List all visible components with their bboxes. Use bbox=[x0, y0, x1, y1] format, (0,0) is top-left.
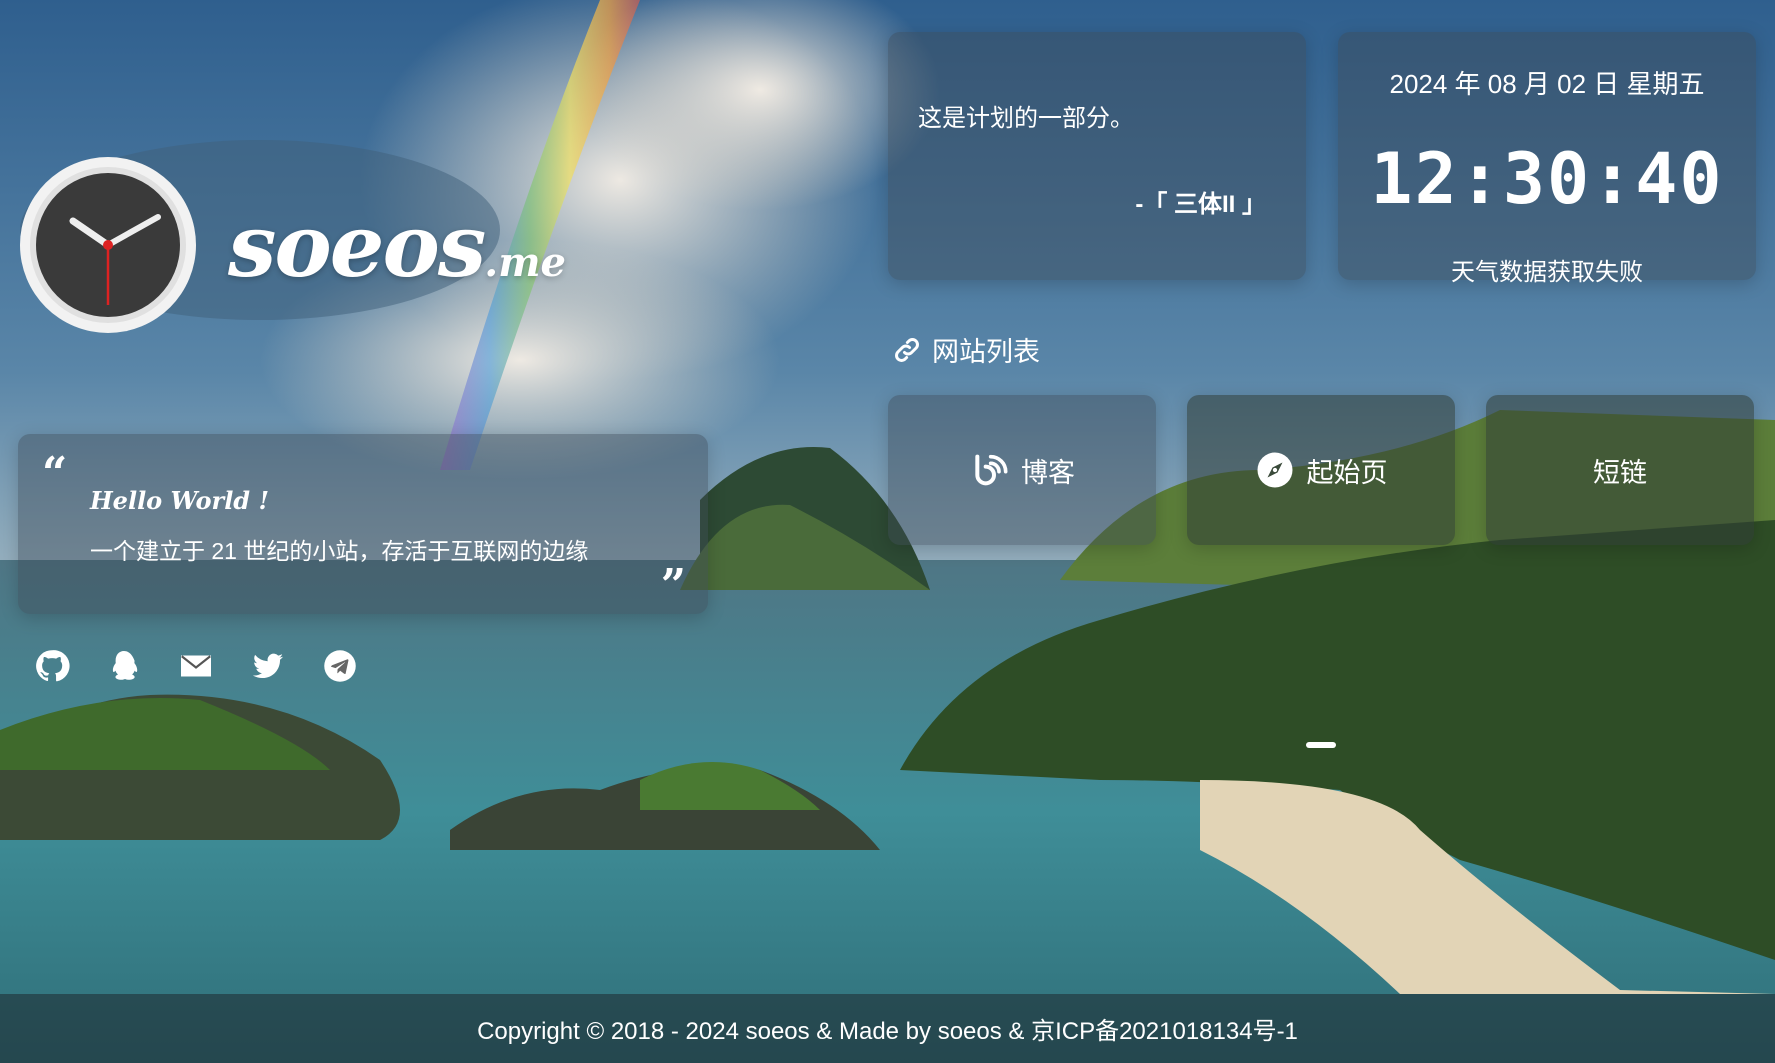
logo-name: soeos bbox=[228, 196, 486, 297]
digital-clock: 12:30:40 bbox=[1370, 138, 1724, 220]
quote-open-icon: “ bbox=[42, 448, 68, 499]
footer: Copyright © 2018 - 2024 soeos & Made by … bbox=[0, 994, 1775, 1063]
site-logo-text: soeos.me bbox=[228, 196, 566, 297]
date-text: 2024 年 08 月 02 日 星期五 bbox=[1389, 69, 1705, 99]
site-list-title: 网站列表 bbox=[932, 337, 1040, 367]
copyright-text: Copyright © 2018 - 2024 soeos & Made by … bbox=[477, 1018, 1298, 1045]
twitter-icon[interactable] bbox=[250, 648, 286, 684]
link-icon bbox=[895, 337, 919, 362]
hello-description: 一个建立于 21 世纪的小站，存活于互联网的边缘 bbox=[90, 538, 589, 564]
weather-status: 天气数据获取失败 bbox=[1451, 259, 1643, 286]
site-tile-label: 短链 bbox=[1593, 457, 1647, 488]
compass-icon bbox=[1257, 452, 1292, 488]
qq-icon[interactable] bbox=[106, 648, 142, 684]
site-tile-shortlink[interactable]: 短链 bbox=[1486, 395, 1754, 545]
quote-close-icon: ” bbox=[660, 560, 686, 611]
site-list-heading: 网站列表 bbox=[892, 330, 1040, 369]
hello-card: “ Hello World ! 一个建立于 21 世纪的小站，存活于互联网的边缘… bbox=[18, 434, 708, 614]
quote-card: 这是计划的一部分。 -「 三体II 」 bbox=[888, 32, 1306, 280]
logo-suffix: .me bbox=[484, 239, 566, 286]
quote-text: 这是计划的一部分。 bbox=[918, 105, 1134, 132]
telegram-icon[interactable] bbox=[322, 648, 358, 684]
social-links bbox=[34, 648, 358, 684]
site-tile-label: 博客 bbox=[1021, 457, 1075, 488]
clock-logo-icon bbox=[20, 157, 196, 333]
time-card: 2024 年 08 月 02 日 星期五 12:30:40 天气数据获取失败 bbox=[1338, 32, 1756, 286]
site-tile-startpage[interactable]: 起始页 bbox=[1187, 395, 1455, 545]
quote-source: -「 三体II 」 bbox=[1135, 191, 1266, 218]
github-icon[interactable] bbox=[34, 648, 70, 684]
page-indicator[interactable] bbox=[1306, 742, 1336, 748]
hello-title: Hello World ! bbox=[90, 486, 269, 515]
site-tile-label: 起始页 bbox=[1306, 457, 1388, 488]
blog-feed-icon bbox=[975, 454, 1008, 486]
site-tile-blog[interactable]: 博客 bbox=[888, 395, 1156, 545]
mail-icon[interactable] bbox=[178, 648, 214, 684]
